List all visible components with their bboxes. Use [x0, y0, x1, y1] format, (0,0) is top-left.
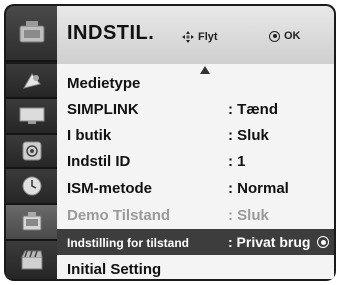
option-icon[interactable] [6, 205, 57, 241]
menu-item-ism-metode[interactable]: ISM-metode : Normal [57, 175, 334, 201]
setup-category-icon[interactable] [6, 6, 57, 62]
menu-item-medietype[interactable]: Medietype [57, 70, 334, 96]
ok-button-icon [269, 30, 280, 42]
picture-icon[interactable] [6, 99, 57, 135]
page-title: INDSTIL. [67, 22, 155, 44]
menu-item-value: : Sluk [228, 207, 269, 224]
menu-item-value: : Normal [228, 180, 289, 197]
ok-hint: OK [269, 30, 301, 42]
menu-item-label: Indstilling for tilstand [67, 236, 189, 250]
menu-item-demo-tilstand: Demo Tilstand : Sluk [57, 202, 334, 228]
menu-item-value: : Tænd [228, 101, 278, 118]
input-icon[interactable] [6, 64, 57, 99]
menu-window: INDSTIL. Flyt OK Medietype SIMPLINK : Tæ… [4, 4, 336, 281]
menu-item-label: Indstil ID [67, 153, 131, 170]
arrows-icon [182, 31, 194, 43]
time-icon[interactable] [6, 169, 57, 205]
menu-header: INDSTIL. Flyt OK [57, 6, 334, 64]
menu-item-label: Medietype [67, 75, 141, 92]
menu-item-label: Initial Setting [67, 261, 162, 278]
selected-radio-icon [317, 236, 329, 248]
menu-item-initial-setting[interactable]: Initial Setting [57, 256, 334, 281]
menu-item-label: I butik [67, 127, 112, 144]
menu-item-i-butik[interactable]: I butik : Sluk [57, 122, 334, 148]
menu-item-label: Demo Tilstand [67, 207, 171, 224]
menu-item-indstil-id[interactable]: Indstil ID : 1 [57, 148, 334, 174]
sidebar [6, 6, 57, 279]
menu-item-simplink[interactable]: SIMPLINK : Tænd [57, 96, 334, 122]
menu-item-value: : 1 [228, 153, 246, 170]
audio-icon[interactable] [6, 135, 57, 169]
ok-hint-label: OK [284, 30, 301, 42]
settings-list: Medietype SIMPLINK : Tænd I butik : Sluk… [57, 64, 334, 279]
move-hint-label: Flyt [198, 31, 218, 43]
move-hint: Flyt [181, 30, 218, 44]
menu-item-value: : Privat brug [228, 234, 311, 250]
menu-item-label: SIMPLINK [67, 101, 139, 118]
menu-item-value: : Sluk [228, 127, 269, 144]
menu-item-label: ISM-metode [67, 180, 153, 197]
setup-icon[interactable] [6, 241, 57, 279]
menu-item-indstilling-for-tilstand[interactable]: Indstilling for tilstand : Privat brug [57, 229, 334, 255]
